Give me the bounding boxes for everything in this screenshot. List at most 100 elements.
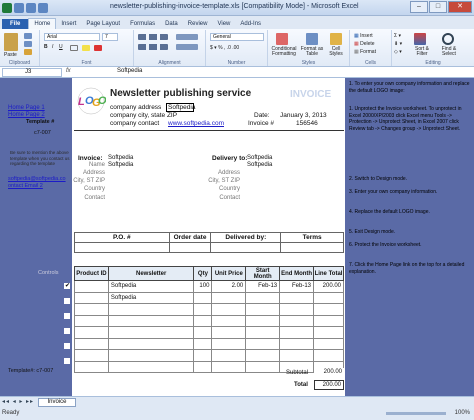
find-select-icon[interactable] — [442, 33, 454, 45]
tab-page-layout[interactable]: Page Layout — [81, 19, 125, 29]
italic-button[interactable]: I — [52, 44, 53, 50]
newsletter-cell[interactable] — [107, 314, 195, 327]
newsletter-cell[interactable]: Softpedia — [107, 280, 195, 293]
delete-button[interactable]: ▦ Delete — [354, 41, 375, 47]
conditional-formatting-label[interactable]: Conditional Formatting — [270, 47, 298, 57]
product-id-cell[interactable] — [74, 349, 109, 362]
name-box[interactable]: J3 — [2, 68, 62, 77]
indent-icons[interactable] — [138, 44, 168, 50]
row-checkbox[interactable] — [64, 298, 70, 304]
unit-price-cell[interactable] — [211, 360, 247, 373]
end-month-cell[interactable] — [279, 349, 315, 362]
number-format-box[interactable]: General — [210, 33, 264, 41]
sort-filter-icon[interactable] — [414, 33, 426, 45]
unit-price-cell[interactable] — [211, 291, 247, 304]
format-button[interactable]: ▦ Format — [354, 49, 376, 55]
sheet-tab-invoice[interactable]: Invoice — [38, 398, 76, 407]
formula-input[interactable]: Softpedia — [117, 68, 142, 74]
date-value[interactable]: January 3, 2013 — [280, 112, 327, 119]
undo-icon[interactable] — [26, 3, 36, 13]
cell-styles-label[interactable]: Cell Styles — [326, 47, 346, 57]
merge-center-icon[interactable] — [176, 44, 198, 50]
company-name[interactable]: Newsletter publishing service — [110, 88, 251, 99]
bold-button[interactable]: B — [44, 44, 48, 50]
product-id-cell[interactable] — [74, 314, 109, 327]
start-month-cell[interactable] — [245, 337, 281, 350]
autosum-icon[interactable]: Σ ▾ — [394, 33, 401, 39]
invoice-to-name[interactable]: Softpedia — [108, 155, 133, 161]
row-checkbox[interactable] — [64, 343, 70, 349]
newsletter-cell[interactable] — [107, 349, 195, 362]
line-total-cell[interactable] — [313, 291, 344, 304]
end-month-cell[interactable] — [279, 291, 315, 304]
underline-button[interactable]: U — [59, 44, 63, 50]
unit-price-cell[interactable] — [211, 349, 247, 362]
line-total-cell[interactable] — [313, 303, 344, 316]
product-id-cell[interactable] — [74, 291, 109, 304]
delivery-name[interactable]: Softpedia — [247, 155, 272, 161]
newsletter-cell[interactable] — [107, 360, 195, 373]
find-select-label[interactable]: Find & Select — [436, 47, 462, 57]
clear-icon[interactable]: ◇ ▾ — [394, 49, 402, 55]
tab-home[interactable]: Home — [28, 18, 57, 29]
start-month-cell[interactable]: Feb-13 — [245, 280, 281, 293]
line-total-cell[interactable] — [313, 349, 344, 362]
unit-price-cell[interactable] — [211, 337, 247, 350]
borders-icon[interactable] — [70, 45, 78, 51]
format-painter-icon[interactable] — [24, 49, 32, 55]
start-month-cell[interactable] — [245, 303, 281, 316]
row-checkbox[interactable] — [64, 328, 70, 334]
invoice-to-line2[interactable]: Softpedia — [108, 162, 133, 168]
copy-icon[interactable] — [24, 41, 32, 47]
start-month-cell[interactable] — [245, 360, 281, 373]
sheet-nav-buttons[interactable]: ◂◂ ◂ ▸ ▸▸ — [2, 398, 34, 405]
tab-review[interactable]: Review — [183, 19, 213, 29]
product-id-cell[interactable] — [74, 303, 109, 316]
qty-cell[interactable]: 100 — [193, 280, 213, 293]
zoom-level[interactable]: 100% — [455, 410, 470, 416]
qty-cell[interactable] — [193, 337, 213, 350]
minimize-button[interactable]: – — [410, 1, 428, 13]
tab-data[interactable]: Data — [160, 19, 183, 29]
format-as-table-label[interactable]: Format as Table — [300, 47, 324, 57]
redo-icon[interactable] — [38, 3, 48, 13]
insert-button[interactable]: ▦ Insert — [354, 33, 373, 39]
product-id-cell[interactable] — [74, 337, 109, 350]
line-total-cell[interactable]: 200.00 — [313, 280, 344, 293]
end-month-cell[interactable] — [279, 326, 315, 339]
line-total-cell[interactable] — [313, 337, 344, 350]
tab-file[interactable]: File — [2, 19, 29, 29]
row-checkbox[interactable]: ✔ — [64, 283, 70, 289]
line-total-cell[interactable] — [313, 314, 344, 327]
start-month-cell[interactable] — [245, 314, 281, 327]
end-month-cell[interactable] — [279, 314, 315, 327]
unit-price-cell[interactable] — [211, 303, 247, 316]
product-id-cell[interactable] — [74, 360, 109, 373]
terms-cell[interactable] — [280, 242, 344, 253]
unit-price-cell[interactable]: 2.00 — [211, 280, 247, 293]
fx-icon[interactable]: fx — [66, 68, 71, 74]
email-link-1[interactable]: softpedia@softpedia.co — [8, 176, 66, 182]
row-checkbox[interactable] — [64, 313, 70, 319]
tab-insert[interactable]: Insert — [56, 19, 81, 29]
newsletter-cell[interactable] — [107, 303, 195, 316]
home-page-2-link[interactable]: Home Page 2 — [8, 112, 45, 118]
close-button[interactable]: ✕ — [448, 1, 472, 13]
company-city-line[interactable]: company city, state ZIP — [110, 112, 177, 119]
end-month-cell[interactable] — [279, 303, 315, 316]
paste-icon[interactable] — [4, 33, 18, 51]
tab-view[interactable]: View — [212, 19, 235, 29]
align-icons[interactable] — [138, 34, 168, 40]
qty-cell[interactable] — [193, 291, 213, 304]
end-month-cell[interactable]: Feb-13 — [279, 280, 315, 293]
wrap-text-icon[interactable] — [176, 34, 198, 40]
newsletter-cell[interactable] — [107, 337, 195, 350]
product-id-cell[interactable] — [74, 326, 109, 339]
qty-cell[interactable] — [193, 314, 213, 327]
qty-cell[interactable] — [193, 303, 213, 316]
company-website-link[interactable]: www.softpedia.com — [168, 120, 224, 127]
font-name-box[interactable]: Arial — [44, 33, 100, 41]
start-month-cell[interactable] — [245, 291, 281, 304]
newsletter-cell[interactable] — [107, 326, 195, 339]
format-as-table-icon[interactable] — [306, 33, 318, 45]
